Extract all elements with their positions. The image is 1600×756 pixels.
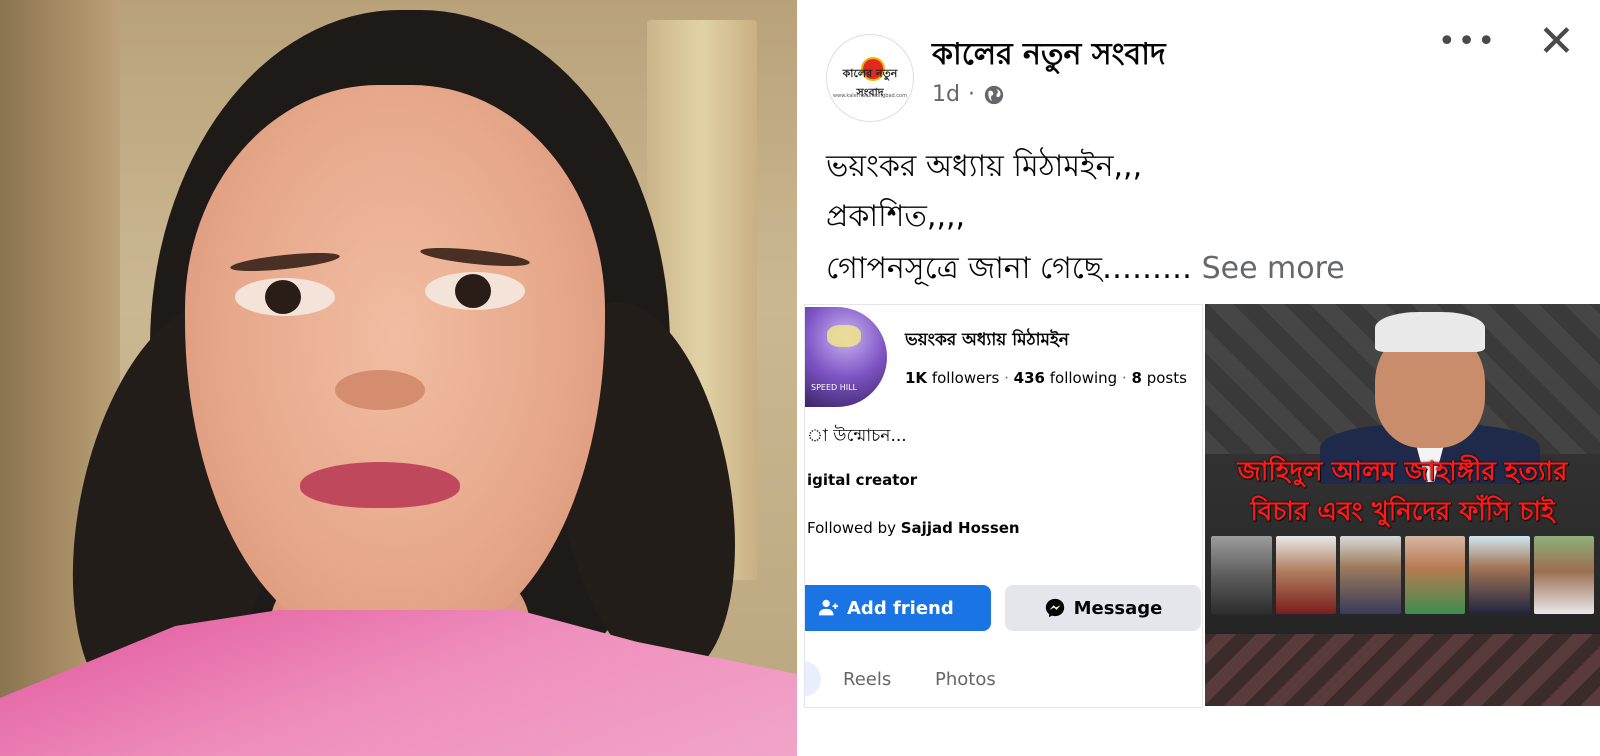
messenger-icon <box>1045 598 1064 618</box>
lips <box>300 462 460 508</box>
post-line-3-text: গোপনসূত্রে জানা গেছে……… <box>826 251 1193 286</box>
banner-headline: জাহিদুল আলম জাহাঙ্গীর হত্যার বিচার এবং খ… <box>1211 452 1594 532</box>
logo-url: www.kalernatunsongbad.com <box>833 93 907 99</box>
tab-reels: Reels <box>843 669 892 690</box>
post-line-2: প্রকাশিত,,,, <box>826 199 966 234</box>
face <box>185 85 605 645</box>
profile-role: igital creator <box>807 471 918 489</box>
followed-by-name: Sajjad Hossen <box>900 519 1020 537</box>
banner-headline-line-2: বিচার এবং খুনিদের ফাঁসি চাই <box>1250 497 1555 527</box>
portrait-strip <box>1211 536 1594 614</box>
following-label: following <box>1049 369 1118 387</box>
portrait-thumb <box>1275 536 1336 614</box>
profile-tabs: Reels Photos <box>805 661 1202 701</box>
followed-by-label: Followed by <box>807 519 896 537</box>
followed-by: Followed by Sajjad Hossen <box>807 519 1020 537</box>
avatar-tag: SPEED HILL <box>811 383 858 392</box>
profile-avatar: SPEED HILL <box>805 307 887 407</box>
tab-photos: Photos <box>935 669 996 690</box>
post-line-3: গোপনসূত্রে জানা গেছে……… See more <box>826 244 1345 295</box>
post-line-1: ভয়ংকর অধ্যায় মিঠামইন,,, <box>826 149 1143 184</box>
meta-separator: · <box>967 82 975 107</box>
page-name-link[interactable]: কালের নতুন সংবাদ <box>932 30 1166 81</box>
see-more-link[interactable]: See more <box>1202 251 1345 286</box>
banner-background-bottom <box>1205 634 1600 706</box>
left-iris <box>265 280 301 314</box>
message-label: Message <box>1073 597 1163 619</box>
tab-indicator <box>805 661 821 697</box>
portrait-thumb <box>1211 536 1272 614</box>
posts-count: 8 <box>1131 369 1142 387</box>
portrait-thumb <box>1404 536 1465 614</box>
followers-label: followers <box>931 369 1000 387</box>
profile-bio: া উন্মোচন... <box>807 426 907 446</box>
message-button: Message <box>1005 585 1201 631</box>
man-cap <box>1375 312 1485 352</box>
banner-image[interactable]: জাহিদুল আলম জাহাঙ্গীর হত্যার বিচার এবং খ… <box>1205 304 1600 706</box>
add-friend-button: Add friend <box>805 585 991 631</box>
page-logo-avatar[interactable]: কালের নতুন সংবাদ www.kalernatunsongbad.c… <box>826 34 914 122</box>
posts-label: posts <box>1146 369 1187 387</box>
following-count: 436 <box>1013 369 1045 387</box>
portrait-thumb <box>1469 536 1530 614</box>
globe-icon <box>984 85 1004 104</box>
add-friend-icon <box>818 599 839 616</box>
profile-screenshot-card[interactable]: SPEED HILL ভয়ংকর অধ্যায় মিঠামইন 1K fol… <box>804 304 1203 708</box>
stats-dot-1: · <box>1004 369 1009 387</box>
more-options-icon[interactable]: ••• <box>1438 24 1497 59</box>
mask-icon <box>827 325 861 347</box>
profile-name: ভয়ংকর অধ্যায় মিঠামইন <box>905 330 1069 350</box>
right-iris <box>455 274 491 308</box>
stats-dot-2: · <box>1121 369 1127 387</box>
add-friend-label: Add friend <box>847 597 954 619</box>
portrait-thumb <box>1340 536 1401 614</box>
post-time[interactable]: 1d <box>932 82 960 107</box>
portrait-thumb <box>1533 536 1594 614</box>
profile-stats: 1K followers · 436 following · 8 posts <box>905 369 1187 387</box>
nose <box>335 370 425 410</box>
post-meta: 1d · <box>932 82 1005 107</box>
followers-count: 1K <box>905 369 928 387</box>
banner-headline-line-1: জাহিদুল আলম জাহাঙ্গীর হত্যার <box>1237 457 1568 487</box>
close-icon[interactable]: ✕ <box>1538 20 1575 64</box>
portrait-photo <box>0 0 797 756</box>
